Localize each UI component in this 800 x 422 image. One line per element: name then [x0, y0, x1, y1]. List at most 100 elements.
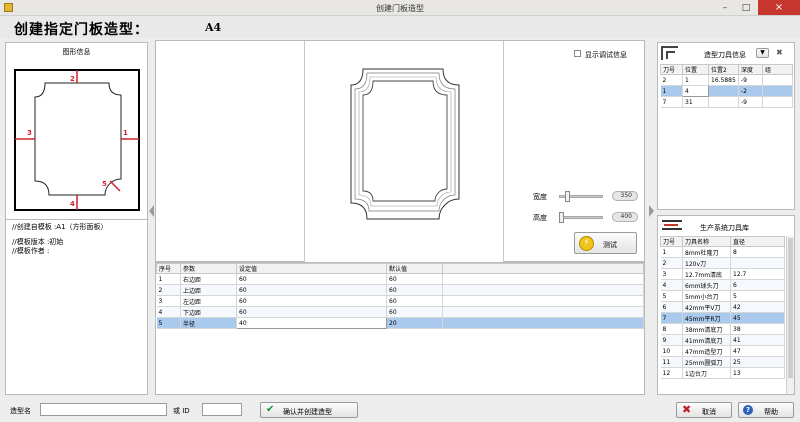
row-value[interactable]: 60 — [236, 306, 387, 318]
row-no: 4 — [156, 306, 181, 318]
cell[interactable] — [762, 96, 793, 108]
params-table-panel: 序号 参数 设定值 默认值 1 右边距 60 60 2 上边距 60 60 3 … — [155, 262, 645, 395]
cell[interactable]: 31 — [682, 96, 709, 108]
table-row[interactable]: 1 右边距 60 60 — [156, 273, 644, 285]
width-label: 宽度 — [533, 193, 547, 201]
row-value[interactable]: 60 — [236, 295, 387, 307]
name-input[interactable] — [40, 403, 167, 416]
cell[interactable]: 1 — [682, 74, 709, 86]
row-value[interactable]: 60 — [236, 284, 387, 296]
cell: 1边台刀 — [682, 367, 731, 379]
row-value[interactable]: 60 — [236, 273, 387, 285]
header: 创建指定门板造型： A4 — [0, 16, 800, 38]
table-row[interactable]: 3 左边距 60 60 — [156, 295, 644, 307]
table-row[interactable]: 2 1 16.5885 -9 — [660, 74, 793, 86]
cell: 10 — [660, 345, 683, 357]
cell: 8 — [660, 323, 683, 335]
table-row[interactable]: 7 31 -9 — [660, 96, 793, 108]
cell[interactable]: -9 — [738, 96, 763, 108]
height-value[interactable]: 400 — [612, 212, 638, 222]
col-header-tool-no: 刀号 — [660, 236, 683, 247]
cell[interactable]: -2 — [738, 85, 763, 97]
params-table: 序号 参数 设定值 默认值 1 右边距 60 60 2 上边距 60 60 3 … — [156, 263, 644, 329]
collapse-left-arrow[interactable] — [149, 205, 154, 217]
debug-info-checkbox[interactable] — [574, 50, 581, 57]
minimize-button[interactable]: – — [716, 2, 734, 14]
template-info-line: //创建自模板 :A1（方形面板） — [12, 223, 108, 231]
col-header-value: 设定值 — [236, 263, 387, 274]
col-header-pos2: 位置2 — [708, 64, 739, 75]
test-button-label: 测试 — [603, 241, 617, 249]
id-input[interactable] — [202, 403, 242, 416]
close-button[interactable]: × — [758, 0, 800, 15]
table-row[interactable]: 2 120v刀 — [660, 257, 785, 269]
tool-info-dropdown-button[interactable]: ▼ — [756, 48, 769, 58]
collapse-right-arrow[interactable] — [649, 205, 654, 217]
table-row[interactable]: 10 47mm造型刀 47 — [660, 345, 785, 357]
cancel-x-icon: ✖ — [682, 403, 692, 416]
table-row[interactable]: 8 38mm清底刀 38 — [660, 323, 785, 335]
scrollbar-thumb[interactable] — [788, 238, 793, 378]
cell: 2 — [660, 74, 683, 86]
cell: 47 — [730, 345, 785, 357]
maximize-button[interactable]: □ — [737, 2, 755, 14]
cell-editor[interactable]: 4 — [682, 85, 709, 97]
table-row[interactable]: 11 25mm圆弧刀 25 — [660, 356, 785, 368]
cell[interactable] — [708, 96, 739, 108]
table-row[interactable]: 4 下边距 60 60 — [156, 306, 644, 318]
col-header-depth: 深度 — [738, 64, 763, 75]
table-row-selected[interactable]: 5 半径 40 20 — [156, 317, 644, 329]
door-panel-preview — [350, 68, 460, 220]
preview-panel: 显示调试信息 宽度 350 高度 400 ⚡ 测试 — [155, 40, 645, 262]
cell: 41 — [730, 334, 785, 346]
table-row-selected[interactable]: 7 45mm平R刀 45 — [660, 312, 785, 324]
table-row[interactable]: 9 41mm清底刀 41 — [660, 334, 785, 346]
edge-label-3: 3 — [27, 129, 32, 137]
cell[interactable] — [708, 85, 739, 97]
col-header-tool-no: 刀号 — [660, 64, 683, 75]
row-no: 1 — [156, 273, 181, 285]
cell[interactable] — [762, 85, 793, 97]
cell: 7 — [660, 96, 683, 108]
table-row[interactable]: 6 42mm平V刀 42 — [660, 301, 785, 313]
height-slider-thumb[interactable] — [559, 212, 564, 223]
width-value[interactable]: 350 — [612, 191, 638, 201]
row-default: 20 — [386, 317, 443, 329]
tool-info-close-icon[interactable]: ✖ — [776, 48, 783, 57]
name-label: 造型名 — [10, 407, 31, 415]
edge-label-5: 5 — [102, 180, 107, 188]
table-row-selected[interactable]: 1 4 -2 — [660, 85, 793, 97]
cell[interactable]: 16.5885 — [708, 74, 739, 86]
figure-panel: 图形信息 2 3 1 4 5 — [5, 42, 148, 220]
height-label: 高度 — [533, 214, 547, 222]
table-row[interactable]: 12 1边台刀 13 — [660, 367, 785, 379]
row-param: 右边距 — [180, 273, 237, 285]
preview-canvas — [304, 41, 504, 262]
cancel-button[interactable]: ✖ 取消 — [676, 402, 732, 418]
width-slider-thumb[interactable] — [565, 191, 570, 202]
row-value-editor[interactable]: 40 — [236, 317, 387, 329]
window-title: 创建门板造型 — [376, 4, 424, 13]
cell: 1 — [660, 246, 683, 258]
cell: 12.7 — [730, 268, 785, 280]
table-row[interactable]: 1 8mm杜隆刀 8 — [660, 246, 785, 258]
template-info-panel: //创建自模板 :A1（方形面板） //模板版本 :初始 //模板作者 : — [5, 219, 148, 395]
row-param: 半径 — [180, 317, 237, 329]
table-row[interactable]: 3 12.7mm清底 12.7 — [660, 268, 785, 280]
table-row[interactable]: 4 6mm球头刀 6 — [660, 279, 785, 291]
template-info-line: //模板版本 :初始 — [12, 238, 64, 246]
help-button[interactable]: ? 帮助 — [738, 402, 794, 418]
tool-info-table: 刀号 位置 位置2 深度 组 2 1 16.5885 -9 1 4 -2 7 3… — [660, 64, 793, 108]
help-label: 帮助 — [764, 408, 778, 416]
cell[interactable]: -9 — [738, 74, 763, 86]
cell: 45mm平R刀 — [682, 312, 731, 324]
table-row[interactable]: 2 上边距 60 60 — [156, 284, 644, 296]
test-button[interactable]: ⚡ 测试 — [574, 232, 637, 254]
confirm-create-button[interactable]: ✔ 确认并创建造型 — [260, 402, 358, 418]
col-header-diameter: 直径 — [730, 236, 785, 247]
tool-library-scrollbar[interactable] — [786, 236, 794, 394]
height-slider[interactable] — [559, 216, 603, 219]
row-no: 3 — [156, 295, 181, 307]
table-row[interactable]: 5 5mm小台刀 5 — [660, 290, 785, 302]
cell[interactable] — [762, 74, 793, 86]
